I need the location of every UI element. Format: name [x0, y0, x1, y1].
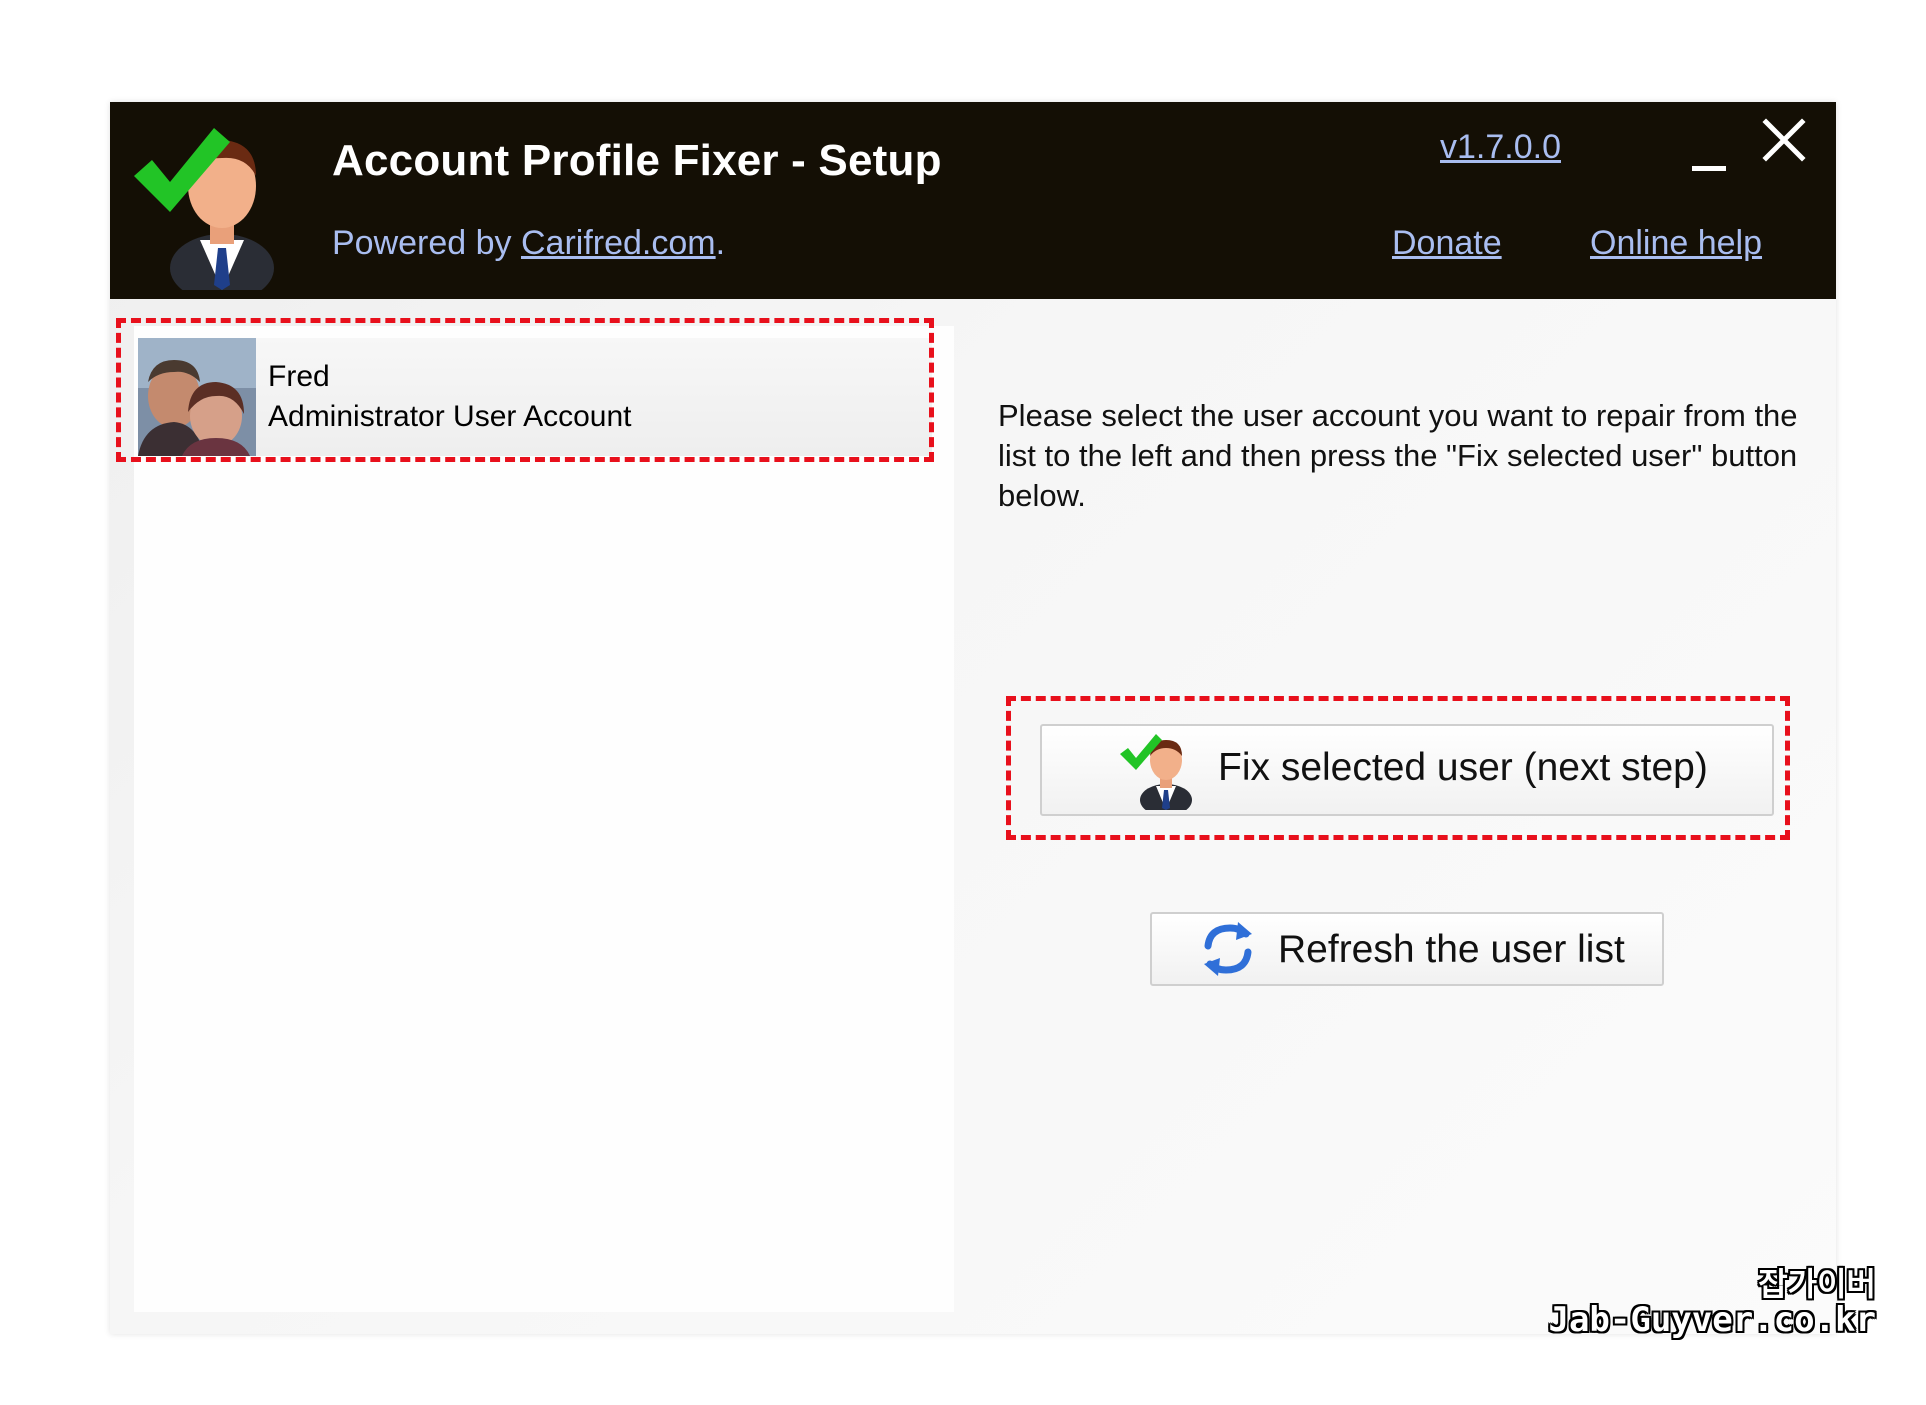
- instructions-text: Please select the user account you want …: [998, 398, 1798, 513]
- refresh-button-label: Refresh the user list: [1278, 928, 1625, 971]
- refresh-arrows-icon: [1204, 922, 1252, 976]
- carifred-link[interactable]: Carifred.com: [521, 224, 716, 262]
- header-bar: Account Profile Fixer - Setup Powered by…: [110, 102, 1836, 299]
- powered-by-suffix: .: [715, 224, 726, 262]
- online-help-link[interactable]: Online help: [1590, 224, 1762, 263]
- app-title: Account Profile Fixer - Setup: [332, 136, 942, 185]
- user-checkmark-icon: [1120, 734, 1192, 810]
- fix-button-label: Fix selected user (next step): [1218, 746, 1708, 789]
- fix-selected-user-button[interactable]: Fix selected user (next step): [1040, 724, 1774, 816]
- user-account-type: Administrator User Account: [268, 400, 632, 433]
- donate-link[interactable]: Donate: [1392, 224, 1502, 263]
- list-item-user-fred[interactable]: Fred Administrator User Account: [138, 338, 932, 456]
- powered-by-prefix: Powered by: [332, 224, 521, 262]
- close-icon[interactable]: [1760, 116, 1808, 164]
- watermark-line-1: 잡가이버: [1758, 1265, 1876, 1303]
- refresh-user-list-button[interactable]: Refresh the user list: [1150, 912, 1664, 986]
- powered-by: Powered by Carifred.com.: [332, 224, 725, 263]
- version-link[interactable]: v1.7.0.0: [1440, 128, 1561, 167]
- user-checkmark-icon: [134, 128, 274, 290]
- watermark-line-2: Jab-Guyver.co.kr: [1548, 1300, 1876, 1340]
- app-window: Account Profile Fixer - Setup Powered by…: [110, 102, 1836, 1334]
- user-avatar: [138, 338, 256, 456]
- watermark: 잡가이버 Jab-Guyver.co.kr: [1548, 1266, 1876, 1338]
- minimize-icon[interactable]: [1688, 140, 1728, 180]
- user-name: Fred: [268, 360, 330, 393]
- user-list: Fred Administrator User Account: [134, 326, 954, 1312]
